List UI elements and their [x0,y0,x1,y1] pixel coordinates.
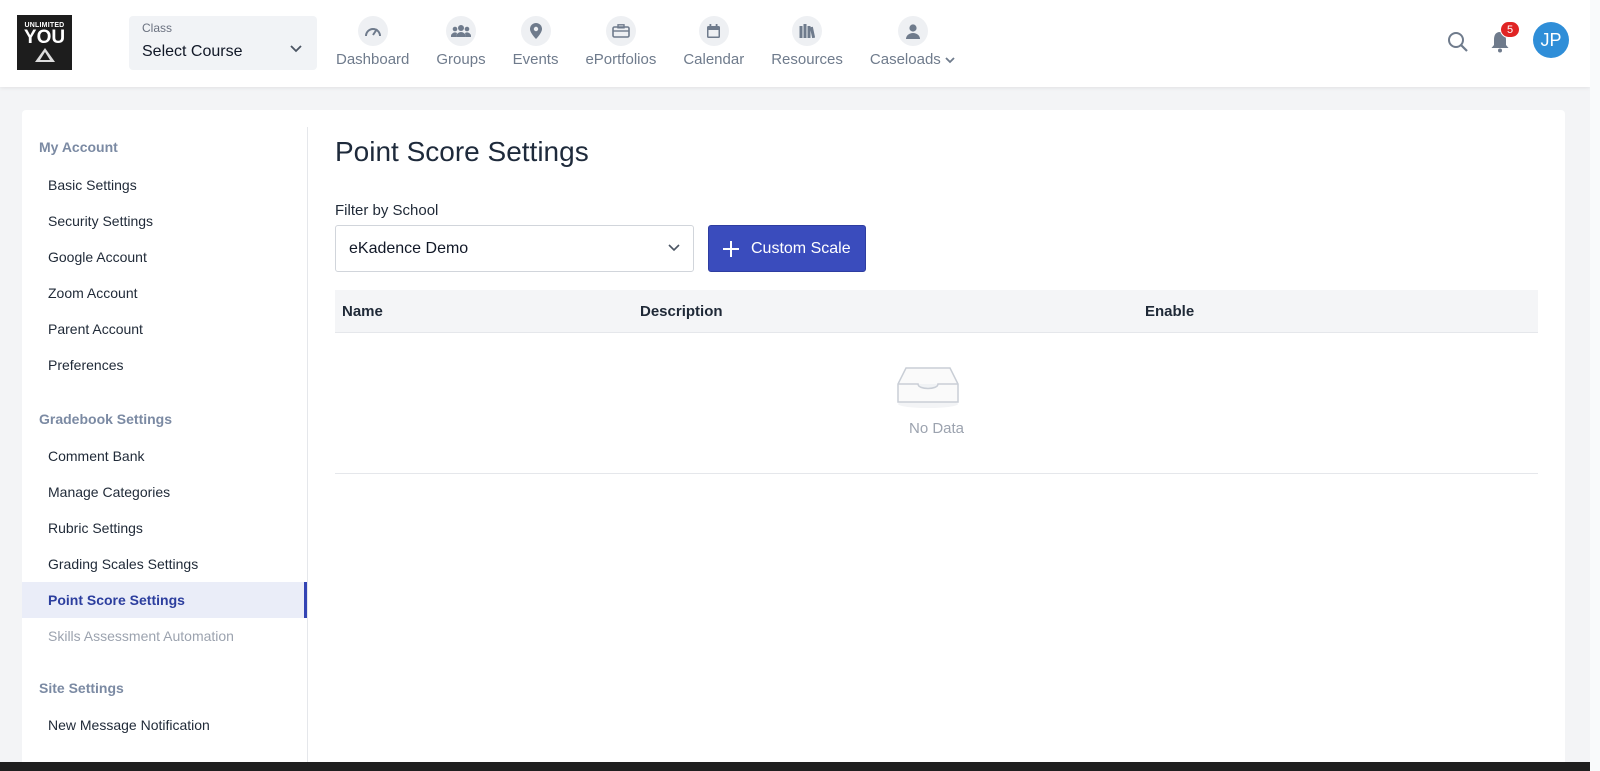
user-icon [897,16,928,46]
main-nav: Dashboard Groups Events ePortfolios Cale… [336,16,983,76]
chevron-down-icon [290,45,302,53]
section-title-gradebook-settings: Gradebook Settings [39,411,173,427]
class-select[interactable]: Class Select Course [129,16,317,70]
sidebar-item-basic-settings[interactable]: Basic Settings [22,167,307,203]
column-header-name[interactable]: Name [342,303,383,320]
filter-label: Filter by School [335,202,439,219]
bottom-edge [0,762,1590,771]
nav-label: Dashboard [336,51,410,68]
nav-dashboard[interactable]: Dashboard [336,16,409,76]
sidebar-item-rubric-settings[interactable]: Rubric Settings [22,510,307,546]
section-title-my-account: My Account [39,139,118,155]
nav-label: Caseloads [869,51,941,68]
empty-text: No Data [908,420,965,437]
calendar-icon [698,16,729,46]
table-header: Name Description Enable [335,290,1538,333]
sidebar-item-preferences[interactable]: Preferences [22,347,307,383]
books-icon [792,16,823,46]
column-header-enable[interactable]: Enable [1145,303,1194,320]
notification-badge: 5 [1500,21,1520,38]
dashboard-gauge-icon [357,16,388,46]
sidebar-item-zoom-account[interactable]: Zoom Account [22,275,307,311]
nav-eportfolios[interactable]: ePortfolios [585,16,656,76]
sidebar-item-manage-categories[interactable]: Manage Categories [22,474,307,510]
user-avatar[interactable]: JP [1533,22,1569,58]
search-icon[interactable] [1447,31,1469,53]
nav-caseloads-label-wrap: Caseloads [870,51,956,68]
nav-label: Resources [771,51,843,68]
nav-label: Groups [436,51,486,68]
logo-line2: YOU [23,27,66,48]
plus-icon [723,240,739,257]
sidebar-item-comment-bank[interactable]: Comment Bank [22,438,307,474]
column-header-description[interactable]: Description [640,303,723,320]
top-bar: UNLIMITED YOU Class Select Course Dashbo… [0,0,1590,87]
nav-label: ePortfolios [585,51,657,68]
sidebar-item-point-score-settings[interactable]: Point Score Settings [22,582,307,618]
empty-inbox-icon [897,367,959,408]
section-title-site-settings: Site Settings [39,680,124,696]
empty-state: No Data [335,333,1538,474]
sidebar-item-new-message-notification[interactable]: New Message Notification [22,707,307,743]
class-select-label: Class [142,21,173,35]
nav-calendar[interactable]: Calendar [683,16,744,76]
groups-icon [445,16,476,46]
class-select-value: Select Course [142,43,243,60]
briefcase-icon [605,16,636,46]
sidebar-item-grading-scales-settings[interactable]: Grading Scales Settings [22,546,307,582]
nav-label: Calendar [683,51,745,68]
school-select[interactable]: eKadence Demo [335,225,694,272]
logo-emblem-icon [34,48,55,62]
sidebar-item-google-account[interactable]: Google Account [22,239,307,275]
nav-resources[interactable]: Resources [771,16,843,76]
chevron-down-icon [945,56,955,63]
location-pin-icon [520,16,551,46]
page-title: Point Score Settings [335,136,589,167]
sidebar-item-security-settings[interactable]: Security Settings [22,203,307,239]
sidebar-item-skills-assessment-automation[interactable]: Skills Assessment Automation [22,618,307,654]
nav-label: Events [512,51,559,68]
settings-sidebar: My Account Basic Settings Security Setti… [22,127,308,771]
chevron-down-icon [668,244,680,252]
school-select-value: eKadence Demo [349,240,469,257]
nav-caseloads[interactable]: Caseloads [870,16,956,76]
page-scrollbar[interactable] [1590,0,1600,771]
custom-scale-button[interactable]: Custom Scale [708,225,866,272]
app-logo[interactable]: UNLIMITED YOU [17,15,72,70]
settings-card: My Account Basic Settings Security Setti… [22,110,1565,771]
nav-events[interactable]: Events [512,16,559,76]
nav-groups[interactable]: Groups [436,16,486,76]
sidebar-item-parent-account[interactable]: Parent Account [22,311,307,347]
custom-scale-label: Custom Scale [751,239,851,257]
